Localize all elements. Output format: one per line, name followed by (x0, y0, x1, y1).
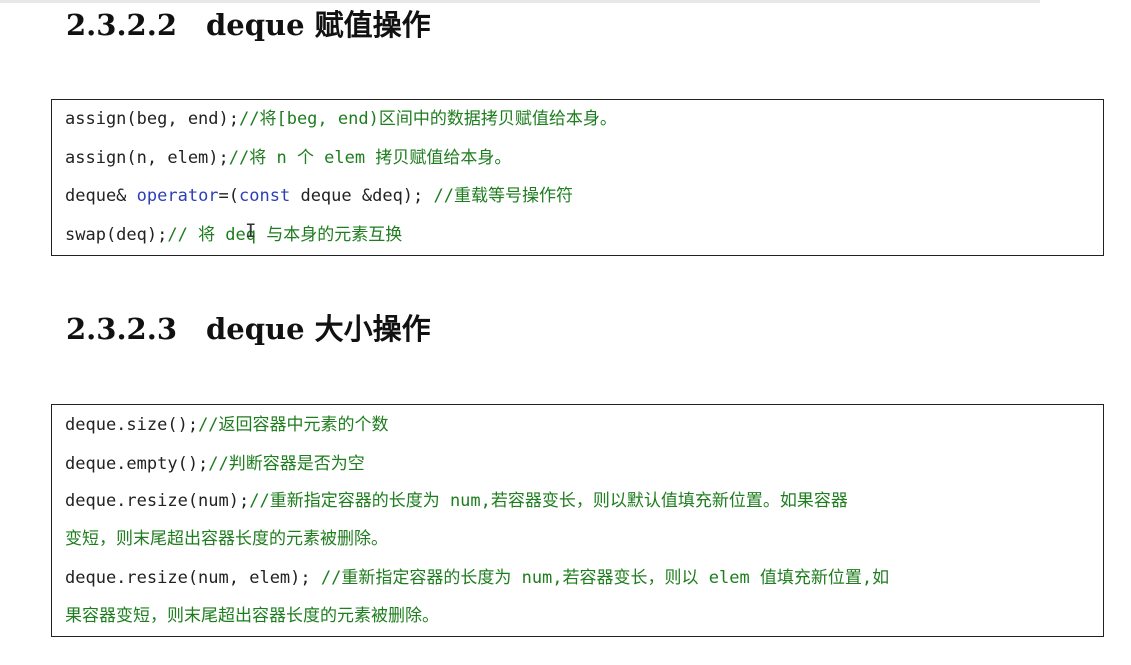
section-title: deque 赋值操作 (206, 8, 431, 42)
code-text: assign(n, elem); (65, 148, 229, 168)
code-text: deque& (65, 186, 137, 206)
code-line: deque& operator=(const deque &deq); //重载… (65, 186, 573, 206)
code-text: deque.resize(num); (65, 491, 250, 511)
section-heading-assign: 2.3.2.2 deque 赋值操作 (66, 11, 431, 40)
code-comment-continuation: 变短，则末尾超出容器长度的元素被删除。 (65, 529, 388, 549)
code-text: deque.empty(); (65, 454, 209, 474)
code-text: swap(deq); (65, 225, 168, 245)
code-text: assign(beg, end); (65, 109, 239, 129)
code-comment-continuation: 果容器变短，则末尾超出容器长度的元素被删除。 (65, 606, 439, 626)
code-line: deque.resize(num, elem); //重新指定容器的长度为 nu… (65, 568, 889, 588)
code-text: deque &deq); (290, 186, 434, 206)
code-line: deque.size();//返回容器中元素的个数 (65, 415, 389, 435)
code-text: deque.size(); (65, 415, 199, 435)
section-number: 2.3.2.3 (66, 312, 178, 346)
code-keyword: operator (136, 186, 219, 206)
code-line: assign(n, elem);//将 n 个 elem 拷贝赋值给本身。 (65, 148, 511, 168)
code-line: deque.resize(num);//重新指定容器的长度为 num,若容器变长… (65, 491, 848, 511)
code-comment: //判断容器是否为空 (208, 454, 365, 474)
code-text: =( (218, 186, 240, 206)
top-divider (0, 0, 1040, 3)
text-cursor-icon: I (245, 220, 257, 242)
code-box-size: deque.size();//返回容器中元素的个数 deque.empty();… (51, 404, 1104, 637)
code-line: deque.empty();//判断容器是否为空 (65, 454, 365, 474)
code-keyword: const (239, 186, 291, 206)
code-comment: //返回容器中元素的个数 (198, 415, 389, 435)
code-comment: // 将 deq 与本身的元素互换 (167, 225, 403, 245)
section-heading-size: 2.3.2.3 deque 大小操作 (66, 315, 431, 344)
code-text: deque.resize(num, elem); (65, 568, 321, 588)
section-title: deque 大小操作 (206, 312, 431, 346)
code-line: swap(deq);// 将 deq 与本身的元素互换 (65, 225, 402, 245)
code-comment: //将[beg, end)区间中的数据拷贝赋值给本身。 (239, 109, 617, 129)
code-comment: //重新指定容器的长度为 num,若容器变长，则以 elem 值填充新位置,如 (320, 568, 890, 588)
code-line: assign(beg, end);//将[beg, end)区间中的数据拷贝赋值… (65, 109, 617, 129)
section-number: 2.3.2.2 (66, 8, 178, 42)
code-comment: //将 n 个 elem 拷贝赋值给本身。 (228, 148, 512, 168)
code-comment: //重载等号操作符 (433, 186, 573, 206)
code-box-assign: assign(beg, end);//将[beg, end)区间中的数据拷贝赋值… (51, 99, 1104, 256)
code-comment: //重新指定容器的长度为 num,若容器变长，则以默认值填充新位置。如果容器 (249, 491, 848, 511)
